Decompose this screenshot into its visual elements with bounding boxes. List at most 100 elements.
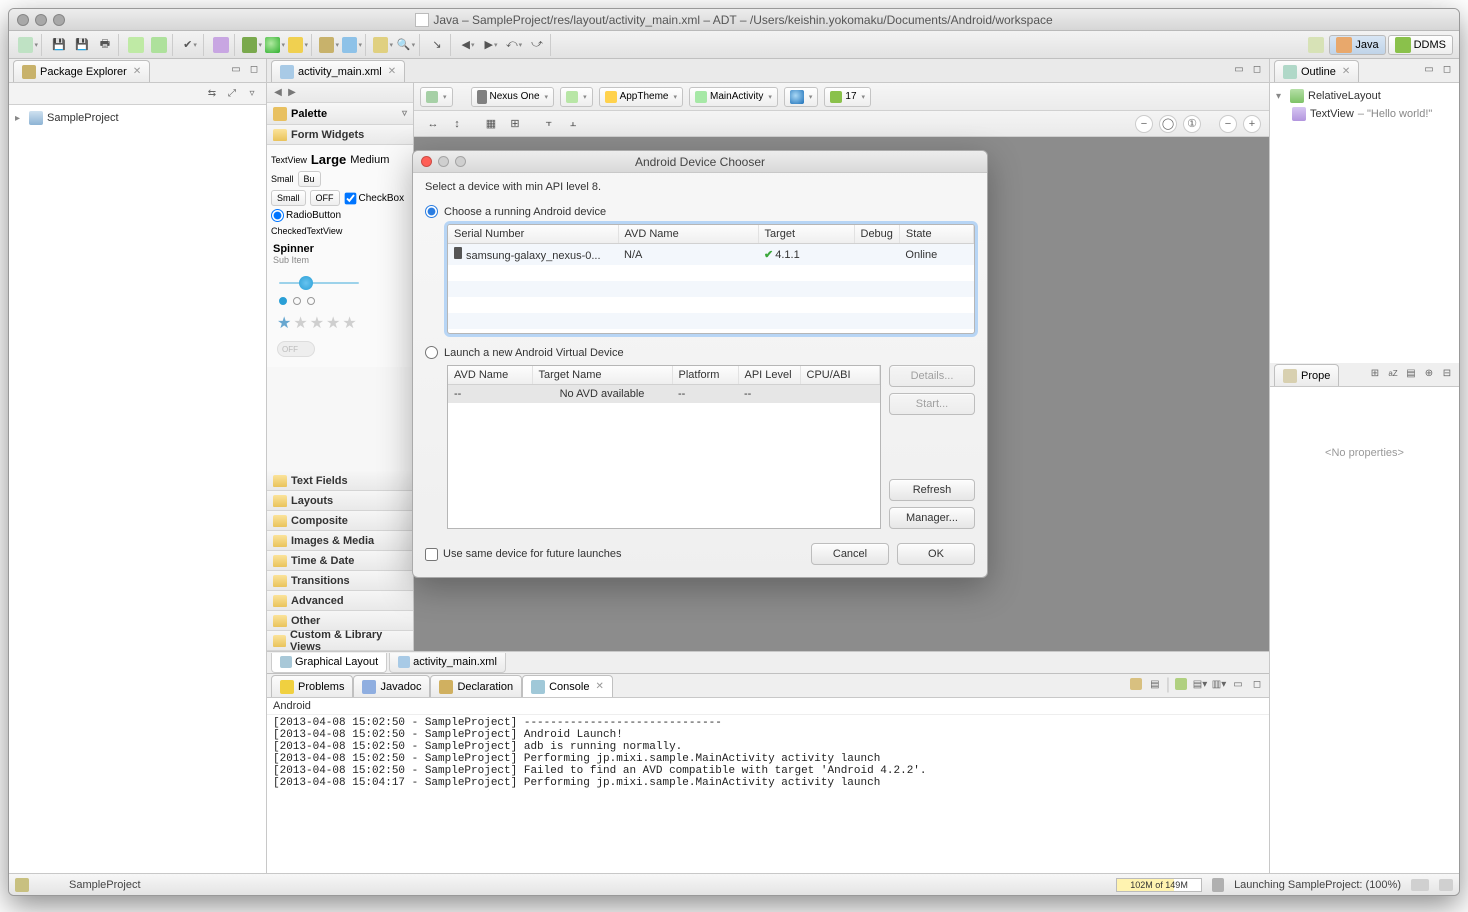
widget-textview[interactable]: TextView bbox=[271, 155, 307, 165]
console-output[interactable]: [2013-04-08 15:02:50 - SampleProject] --… bbox=[267, 715, 1269, 873]
refresh-button[interactable]: Refresh bbox=[889, 479, 975, 501]
console-pin-button[interactable] bbox=[1128, 676, 1144, 692]
nav-fwd-button[interactable]: ▶ bbox=[480, 35, 502, 55]
debug-button[interactable] bbox=[241, 35, 263, 55]
search-button[interactable]: 🔍 bbox=[395, 35, 417, 55]
palette-cat-form-widgets[interactable]: Form Widgets bbox=[267, 125, 413, 145]
widget-text-small[interactable]: Small bbox=[271, 174, 294, 184]
prop-tool-5[interactable]: ⊟ bbox=[1439, 365, 1455, 381]
widget-text-medium[interactable]: Medium bbox=[350, 154, 389, 166]
maximize-view-button[interactable]: ◻ bbox=[246, 61, 262, 77]
widget-checkedtextview[interactable]: CheckedTextView bbox=[271, 226, 342, 236]
nav-last-edit-button[interactable]: ⤺ bbox=[503, 35, 525, 55]
new-wizard-button[interactable] bbox=[17, 35, 39, 55]
zoom-window-icon[interactable] bbox=[53, 14, 65, 26]
device-row-galaxy-nexus[interactable]: samsung-galaxy_nexus-0... N/A 4.1.1 Onli… bbox=[448, 244, 974, 266]
subtab-graphical[interactable]: Graphical Layout bbox=[271, 653, 387, 673]
details-button[interactable]: Details... bbox=[889, 365, 975, 387]
radio-launch-avd[interactable]: Launch a new Android Virtual Device bbox=[425, 346, 975, 359]
package-explorer-tree[interactable]: ▸ SampleProject bbox=[9, 105, 266, 131]
col-cpu[interactable]: CPU/ABI bbox=[800, 366, 880, 385]
palette-cat-layouts[interactable]: Layouts bbox=[267, 491, 413, 511]
toggle-mark-button[interactable]: ↘ bbox=[426, 35, 448, 55]
outline-tab[interactable]: Outline ✕ bbox=[1274, 60, 1359, 82]
widget-pageindicator[interactable] bbox=[269, 291, 411, 311]
widget-small-button[interactable]: Small bbox=[271, 190, 306, 206]
col-target-name[interactable]: Target Name bbox=[532, 366, 672, 385]
palette-cat-time-date[interactable]: Time & Date bbox=[267, 551, 413, 571]
new-package-button[interactable] bbox=[318, 35, 340, 55]
col-state[interactable]: State bbox=[899, 225, 973, 244]
gc-icon[interactable] bbox=[1212, 878, 1224, 892]
avd-table[interactable]: AVD Name Target Name Platform API Level … bbox=[447, 365, 881, 529]
widget-toggle-off[interactable]: OFF bbox=[310, 190, 340, 206]
widget-spinner[interactable]: Spinner bbox=[269, 239, 411, 255]
open-type-button[interactable] bbox=[372, 35, 394, 55]
radio-choose-running[interactable]: Choose a running Android device bbox=[425, 205, 975, 218]
zoom-in-button[interactable]: + bbox=[1243, 115, 1261, 133]
zoom-out-fit-button[interactable]: − bbox=[1219, 115, 1237, 133]
perspective-java[interactable]: Java bbox=[1329, 35, 1385, 55]
widget-switch[interactable]: OFF bbox=[277, 341, 315, 357]
manager-button[interactable]: Manager... bbox=[889, 507, 975, 529]
expand-h-icon[interactable]: ↔ bbox=[422, 114, 444, 134]
dialog-close-icon[interactable] bbox=[421, 156, 432, 167]
config-layout-button[interactable] bbox=[420, 87, 453, 107]
cancel-button[interactable]: Cancel bbox=[811, 543, 889, 565]
maximize-editor-button[interactable]: ◻ bbox=[1249, 61, 1265, 77]
collapse-all-button[interactable]: ⇆ bbox=[204, 86, 220, 102]
tree-toggle-icon[interactable]: ▸ bbox=[15, 113, 25, 124]
config-theme-button[interactable]: AppTheme bbox=[599, 87, 683, 107]
config-device-button[interactable]: Nexus One bbox=[471, 87, 555, 107]
maximize-view-button[interactable]: ◻ bbox=[1249, 676, 1265, 692]
memory-indicator[interactable]: 102M of 149M bbox=[1116, 878, 1202, 892]
outline-child-textview[interactable]: TextView – "Hello world!" bbox=[1276, 105, 1453, 123]
progress-stop-icon[interactable] bbox=[1411, 879, 1429, 891]
close-icon[interactable]: ✕ bbox=[1342, 66, 1350, 77]
link-with-editor-button[interactable]: ⤢ bbox=[224, 86, 240, 102]
expand-v-icon[interactable]: ↕ bbox=[446, 114, 468, 134]
save-button[interactable]: 💾 bbox=[48, 35, 70, 55]
palette-cat-advanced[interactable]: Advanced bbox=[267, 591, 413, 611]
console-clear-button[interactable] bbox=[1173, 676, 1189, 692]
minimize-window-icon[interactable] bbox=[35, 14, 47, 26]
console-open-button[interactable]: ▤▾ bbox=[1192, 676, 1208, 692]
col-avd-name[interactable]: AVD Name bbox=[448, 366, 532, 385]
tab-declaration[interactable]: Declaration bbox=[430, 675, 522, 697]
running-devices-table[interactable]: Serial Number AVD Name Target Debug Stat… bbox=[447, 224, 975, 334]
editor-tab-activity-main[interactable]: activity_main.xml ✕ bbox=[271, 60, 405, 82]
console-display-button[interactable]: ▤ bbox=[1147, 676, 1163, 692]
prop-tool-3[interactable]: ▤ bbox=[1403, 365, 1419, 381]
palette-cat-transitions[interactable]: Transitions bbox=[267, 571, 413, 591]
minimize-editor-button[interactable]: ▭ bbox=[1231, 61, 1247, 77]
new-android-project-button[interactable] bbox=[210, 35, 232, 55]
col-api[interactable]: API Level bbox=[738, 366, 800, 385]
col-serial[interactable]: Serial Number bbox=[448, 225, 618, 244]
subtab-xml[interactable]: activity_main.xml bbox=[389, 653, 506, 673]
use-same-device-checkbox[interactable]: Use same device for future launches bbox=[425, 548, 622, 561]
close-icon[interactable]: ✕ bbox=[595, 681, 603, 692]
project-node[interactable]: ▸ SampleProject bbox=[15, 109, 260, 127]
start-button[interactable]: Start... bbox=[889, 393, 975, 415]
outline-root[interactable]: ▾ RelativeLayout bbox=[1276, 87, 1453, 105]
ok-button[interactable]: OK bbox=[897, 543, 975, 565]
close-icon[interactable]: ✕ bbox=[133, 66, 141, 77]
palette-cat-composite[interactable]: Composite bbox=[267, 511, 413, 531]
align-right-icon[interactable]: ⫠ bbox=[562, 114, 584, 134]
snap-icon[interactable]: ⊞ bbox=[504, 114, 526, 134]
col-platform[interactable]: Platform bbox=[672, 366, 738, 385]
prop-tool-1[interactable]: ⊞ bbox=[1367, 365, 1383, 381]
android-avd-manager-button[interactable] bbox=[148, 35, 170, 55]
align-left-icon[interactable]: ⫟ bbox=[538, 114, 560, 134]
close-icon[interactable]: ✕ bbox=[388, 66, 396, 77]
view-menu-button[interactable]: ▿ bbox=[244, 86, 260, 102]
tab-console[interactable]: Console✕ bbox=[522, 675, 613, 697]
minimize-view-button[interactable]: ▭ bbox=[1230, 676, 1246, 692]
config-orientation-button[interactable] bbox=[560, 87, 593, 107]
open-perspective-button[interactable] bbox=[1305, 35, 1327, 55]
new-type-button[interactable] bbox=[341, 35, 363, 55]
col-target[interactable]: Target bbox=[758, 225, 854, 244]
tab-problems[interactable]: Problems bbox=[271, 675, 353, 697]
config-api-button[interactable]: 17 bbox=[824, 87, 871, 107]
perspective-ddms[interactable]: DDMS bbox=[1388, 35, 1453, 55]
